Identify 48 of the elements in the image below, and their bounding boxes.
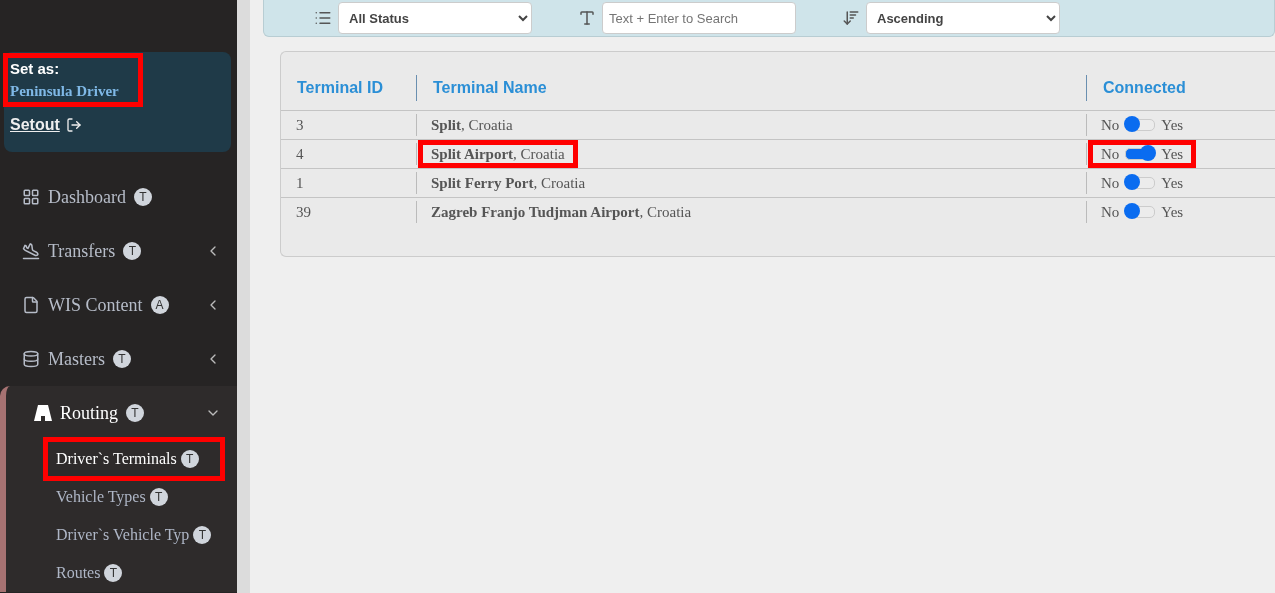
set-as-label: Set as: [10,60,61,77]
table-cell: 1 [296,174,304,192]
badge: T [123,242,142,260]
column-header: Terminal ID [296,78,384,98]
table-cell: 39 [296,203,311,221]
menu-icon [22,296,40,314]
list-icon [314,9,332,27]
menu-icon [22,188,40,206]
connected-toggle[interactable]: No Yes [1101,203,1184,221]
table-cell: 3 [296,116,304,134]
submenu-item[interactable]: Vehicle Types T [56,478,226,516]
badge: A [150,296,169,314]
sidebar-item[interactable]: Masters T [0,332,237,386]
terminal-name: Split Ferry Port, Croatia [431,174,586,192]
sidebar-item[interactable]: Dashboard T [0,170,237,224]
road-icon [34,405,52,421]
menu-icon [22,350,40,368]
setout-link[interactable]: Setout [10,116,225,134]
menu-icon [22,242,40,260]
badge: T [113,350,131,368]
terminal-name: Split Airport, Croatia [431,145,565,163]
sort-icon [842,9,860,27]
sort-select[interactable]: Ascending [866,2,1060,34]
sidebar-item[interactable]: Routing T [0,386,237,440]
text-icon [578,9,596,27]
column-header: Terminal Name [416,75,1086,101]
badge: T [126,404,144,422]
terminal-name: Zagreb Franjo Tudjman Airport, Croatia [431,203,692,221]
logout-icon [65,117,82,133]
badge: T [180,450,199,468]
table-cell: 4 [296,145,304,163]
connected-toggle[interactable]: No Yes [1101,145,1184,163]
badge: T [104,564,123,582]
submenu-item[interactable]: Routes T [56,554,226,592]
connected-toggle[interactable]: No Yes [1101,116,1184,134]
submenu-item[interactable]: Driver`s Terminals T [46,440,222,478]
badge: T [134,188,152,206]
badge: T [149,488,168,506]
sidebar-item[interactable]: WIS Content A [0,278,237,332]
driver-name: Peninsula Driver [10,83,120,100]
connected-toggle[interactable]: No Yes [1101,174,1184,192]
terminal-name: Split, Croatia [431,116,513,134]
column-header: Connected [1086,75,1275,101]
sidebar-item[interactable]: Transfers T [0,224,237,278]
search-field[interactable]: Text + Enter to Search [602,2,796,34]
badge: T [193,526,212,544]
status-select[interactable]: All Status [338,2,532,34]
submenu-item[interactable]: Driver`s Vehicle Typ T [56,516,226,554]
